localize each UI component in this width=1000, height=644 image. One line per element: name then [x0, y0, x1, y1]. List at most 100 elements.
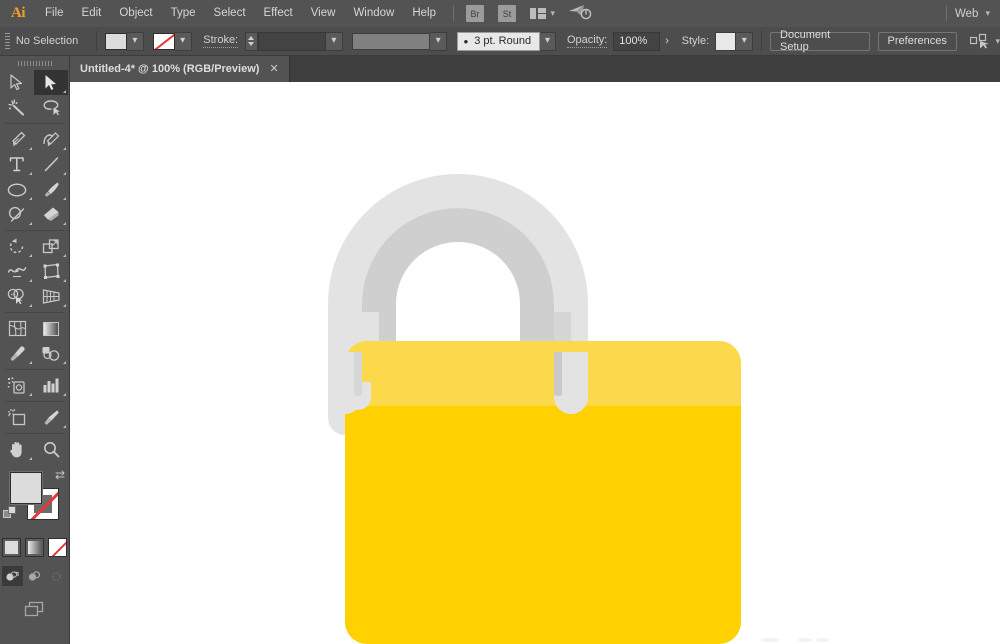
menu-file[interactable]: File [36, 0, 73, 27]
document-tab[interactable]: Untitled-4* @ 100% (RGB/Preview) ✕ [70, 56, 290, 82]
tool-grid [0, 70, 68, 462]
tool-expand-corner-icon [29, 304, 32, 307]
brush-definition-control[interactable]: • 3 pt. Round [456, 31, 540, 51]
line-segment-tool[interactable] [34, 152, 68, 177]
tools-panel-grip[interactable] [0, 56, 69, 70]
draw-mode-row [0, 566, 69, 586]
menu-help[interactable]: Help [403, 0, 445, 27]
shape-builder-tool[interactable] [0, 284, 34, 309]
document-canvas[interactable] [70, 82, 1000, 644]
stroke-dropdown-button[interactable]: ▾ [174, 31, 192, 51]
workspace-chevron-down-icon[interactable]: ▾ [985, 9, 990, 18]
stroke-swatch[interactable] [152, 32, 175, 50]
chevron-down-icon: ▾ [544, 35, 551, 46]
control-bar-grip[interactable] [5, 33, 10, 49]
menu-view[interactable]: View [302, 0, 345, 27]
shaper-tool[interactable] [0, 202, 34, 227]
menu-type[interactable]: Type [162, 0, 205, 27]
menu-object[interactable]: Object [110, 0, 161, 27]
blend-tool[interactable] [34, 341, 68, 366]
selection-tool[interactable] [0, 70, 34, 95]
ellipse-tool[interactable] [0, 177, 34, 202]
default-fill-stroke-icon[interactable] [3, 506, 18, 526]
draw-inside-button[interactable] [46, 566, 67, 586]
column-graph-tool[interactable] [34, 373, 68, 398]
selection-status: No Selection [15, 35, 79, 47]
type-tool[interactable] [0, 152, 34, 177]
color-mode-button[interactable] [2, 538, 21, 557]
sync-settings-button[interactable] [568, 3, 594, 25]
menu-window[interactable]: Window [344, 0, 403, 27]
magnifier-icon [43, 442, 59, 458]
artboard-tool[interactable] [0, 405, 34, 430]
gradient-tool[interactable] [34, 316, 68, 341]
free-transform-tool[interactable] [34, 259, 68, 284]
shaper-icon [8, 206, 24, 222]
preferences-button[interactable]: Preferences [877, 31, 957, 51]
perspective-grid-tool[interactable] [34, 284, 68, 309]
selection-arrow-icon [10, 74, 23, 91]
toolbar-fill-swatch[interactable] [10, 472, 42, 504]
fill-swatch[interactable] [104, 32, 127, 50]
none-mode-button[interactable] [48, 538, 67, 557]
close-icon[interactable]: ✕ [267, 63, 280, 76]
eraser-tool[interactable] [34, 202, 68, 227]
stroke-weight-label[interactable]: Stroke: [203, 34, 239, 48]
stroke-weight-stepper[interactable] [244, 31, 258, 51]
padlock-illustration[interactable] [70, 82, 1000, 644]
pen-tool[interactable] [0, 127, 34, 152]
hand-tool[interactable] [0, 437, 34, 462]
workspace-label[interactable]: Web [955, 8, 978, 20]
tools-panel: ⇄ [0, 56, 70, 644]
menu-effect[interactable]: Effect [255, 0, 302, 27]
arrange-documents-button[interactable]: ▾ [530, 8, 555, 19]
mesh-tool[interactable] [0, 316, 34, 341]
curvature-tool[interactable] [34, 127, 68, 152]
divider-2 [761, 31, 763, 51]
opacity-label[interactable]: Opacity: [567, 34, 608, 48]
bridge-button[interactable]: Br [466, 5, 484, 22]
zoom-tool[interactable] [34, 437, 68, 462]
eyedropper-tool[interactable] [0, 341, 34, 366]
scale-tool[interactable] [34, 234, 68, 259]
graphic-style-dropdown[interactable]: ▾ [736, 31, 754, 51]
paintbrush-tool[interactable] [34, 177, 68, 202]
workspace-divider [946, 6, 948, 21]
stock-button[interactable]: St [498, 5, 516, 22]
graphic-style-swatch[interactable] [715, 31, 737, 51]
menu-edit[interactable]: Edit [73, 0, 111, 27]
document-setup-button[interactable]: Document Setup [770, 29, 870, 53]
tool-expand-corner-icon [29, 197, 32, 200]
opacity-input[interactable]: 100% [613, 31, 661, 51]
tool-expand-corner-icon [29, 147, 32, 150]
variable-width-profile-preview[interactable] [352, 32, 431, 50]
draw-normal-button[interactable] [2, 566, 23, 586]
stroke-color-control[interactable]: ▾ [152, 31, 192, 51]
stroke-weight-dropdown-button[interactable]: ▾ [326, 31, 343, 51]
swap-fill-stroke-icon[interactable]: ⇄ [55, 469, 65, 481]
chevron-down-icon: ▾ [741, 35, 747, 46]
draw-behind-button[interactable] [24, 566, 45, 586]
change-screen-mode-button[interactable] [20, 598, 50, 620]
menu-items: File Edit Object Type Select Effect View… [36, 0, 445, 27]
menu-select[interactable]: Select [205, 0, 255, 27]
align-to-selection-button[interactable]: ▾ [970, 33, 1000, 49]
rotate-tool[interactable] [0, 234, 34, 259]
direct-selection-tool[interactable] [34, 70, 68, 95]
fill-control[interactable]: ▾ [104, 31, 144, 51]
stroke-weight-input[interactable] [257, 31, 327, 51]
width-tool[interactable] [0, 259, 34, 284]
variable-width-profile-dropdown[interactable]: ▾ [430, 31, 447, 51]
tool-expand-corner-icon [29, 222, 32, 225]
gradient-mode-button[interactable] [25, 538, 44, 557]
slice-tool[interactable] [34, 405, 68, 430]
divider [95, 31, 97, 51]
symbol-sprayer-tool[interactable] [0, 373, 34, 398]
lasso-tool[interactable] [34, 95, 68, 120]
scale-icon [42, 239, 59, 254]
fill-dropdown-button[interactable]: ▾ [126, 31, 144, 51]
illustrator-window: Ai File Edit Object Type Select Effect V… [0, 0, 1000, 644]
brush-definition-dropdown[interactable]: ▾ [539, 31, 557, 51]
magic-wand-tool[interactable] [0, 95, 34, 120]
opacity-expand-button[interactable]: › [660, 31, 674, 51]
